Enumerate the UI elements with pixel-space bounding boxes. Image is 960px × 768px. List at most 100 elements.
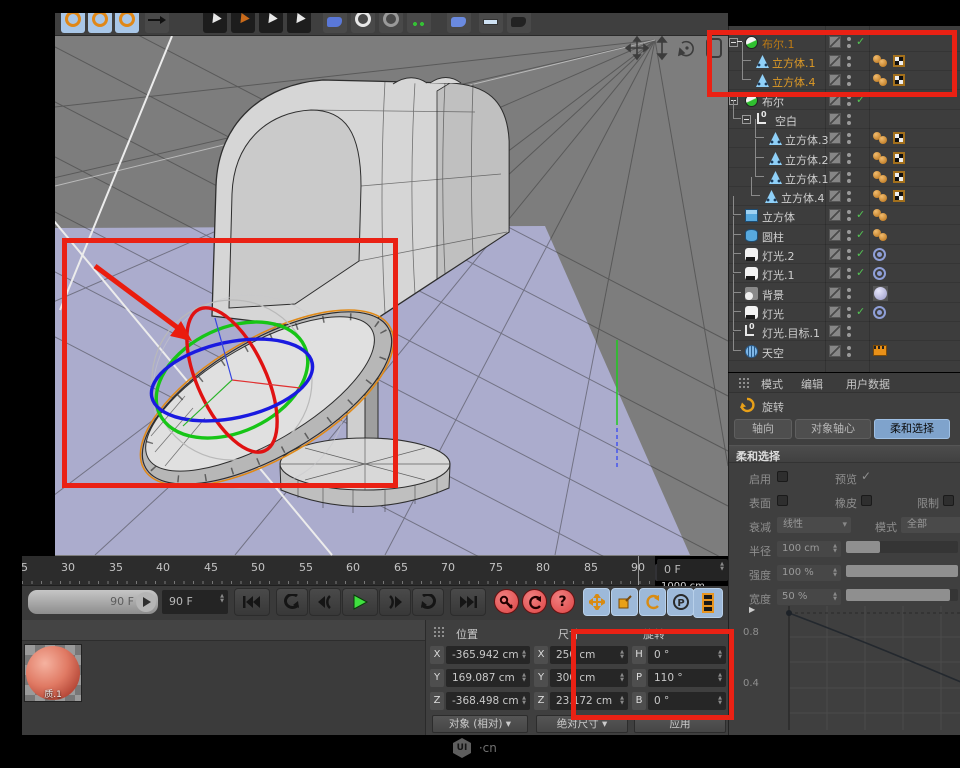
visibility-dots-icon[interactable] (847, 288, 851, 299)
menu-userdata[interactable]: 用户数据 (846, 376, 890, 392)
toolbar-green-dots-icon[interactable] (407, 13, 431, 33)
layer-toggle-icon[interactable] (829, 325, 841, 337)
layer-toggle-icon[interactable] (829, 152, 841, 164)
tree-label[interactable]: 立方体.1 (785, 171, 829, 187)
pos-x-field[interactable]: -365.942 cm▲▼ (446, 646, 530, 664)
toolbar-undo-icon[interactable] (61, 13, 85, 33)
visibility-dots-icon[interactable] (847, 210, 851, 221)
tab-object-axis[interactable]: 对象轴心 (795, 419, 871, 439)
material-thumbnail[interactable]: 质.1 (24, 644, 82, 702)
target-tag-icon[interactable] (873, 248, 886, 261)
toolbar-curve-icon[interactable] (379, 13, 403, 33)
strength-field[interactable]: 100 %▲▼ (777, 565, 841, 581)
menu-edit[interactable]: 编辑 (801, 376, 823, 392)
visibility-dots-icon[interactable] (847, 326, 851, 337)
tree-label[interactable]: 空白 (775, 113, 797, 129)
visibility-dots-icon[interactable] (847, 307, 851, 318)
tree-label[interactable]: 灯光.1 (762, 267, 795, 283)
section-bar[interactable]: 柔和选择 (729, 445, 960, 463)
toolbar-select-rect-icon[interactable] (231, 13, 255, 33)
render-preview-button[interactable] (693, 588, 723, 618)
texture-tag-icon[interactable] (893, 132, 905, 144)
tree-row-background[interactable]: 背景 (729, 284, 960, 303)
panel-grid-icon[interactable] (739, 378, 751, 388)
enable-checkbox[interactable] (777, 471, 788, 482)
tree-row-cylinder[interactable]: 圆柱 ✓ (729, 226, 960, 245)
autokey-button[interactable] (522, 589, 547, 614)
visibility-dots-icon[interactable] (847, 249, 851, 260)
tree-label[interactable]: 立方体.3 (785, 132, 829, 148)
toolbar-arrow-icon[interactable] (145, 13, 169, 33)
tree-label[interactable]: 圆柱 (762, 229, 784, 245)
phong-tag-icon[interactable] (873, 229, 889, 242)
tree-label[interactable]: 背景 (762, 287, 784, 303)
keyframe-position-button[interactable] (583, 588, 610, 616)
tab-soft-selection[interactable]: 柔和选择 (874, 419, 950, 439)
phong-tag-icon[interactable] (873, 209, 889, 222)
visibility-dots-icon[interactable] (847, 230, 851, 241)
visibility-dots-icon[interactable] (847, 172, 851, 183)
phong-tag-icon[interactable] (873, 152, 889, 165)
layer-toggle-icon[interactable] (829, 248, 841, 260)
layer-toggle-icon[interactable] (829, 190, 841, 202)
play-button[interactable] (342, 588, 378, 616)
prev-frame-button[interactable] (309, 588, 341, 616)
toolbar-mesh-icon[interactable] (447, 13, 471, 33)
tab-axis[interactable]: 轴向 (734, 419, 792, 439)
phong-tag-icon[interactable] (873, 171, 889, 184)
visibility-dots-icon[interactable] (847, 133, 851, 144)
tree-label[interactable]: 灯光 (762, 306, 784, 322)
toolbar-panels-icon[interactable] (479, 13, 503, 33)
visibility-dots-icon[interactable] (847, 153, 851, 164)
width-slider[interactable] (846, 589, 958, 601)
enabled-check-icon[interactable]: ✓ (856, 266, 865, 279)
tree-row-cube4b[interactable]: 立方体.4 (729, 187, 960, 206)
menu-mode[interactable]: 模式 (761, 376, 783, 392)
visibility-dots-icon[interactable] (847, 191, 851, 202)
material-tag-icon[interactable] (873, 286, 888, 301)
toolbar-history-icon[interactable] (115, 13, 139, 33)
stepper-icon[interactable]: ▲▼ (220, 594, 224, 604)
tree-label[interactable]: 立方体.4 (781, 190, 825, 206)
visibility-dots-icon[interactable] (847, 114, 851, 125)
target-tag-icon[interactable] (873, 306, 886, 319)
tree-label[interactable]: 灯光.目标.1 (762, 325, 820, 341)
falloff-dropdown[interactable]: 线性▾ (777, 517, 851, 533)
layer-toggle-icon[interactable] (829, 209, 841, 221)
help-button[interactable]: ? (550, 589, 575, 614)
compositing-tag-icon[interactable] (873, 345, 887, 356)
visibility-dots-icon[interactable] (847, 346, 851, 357)
expander-icon[interactable] (742, 115, 751, 124)
toolbar-arc-dot-icon[interactable] (351, 13, 375, 33)
stepper-icon[interactable]: ▲▼ (720, 562, 724, 572)
radius-slider[interactable] (846, 541, 958, 553)
enabled-check-icon[interactable]: ✓ (856, 208, 865, 221)
timeline-range-slider[interactable]: 90 F (28, 590, 158, 614)
tree-row-cube1b[interactable]: 立方体.1 (729, 168, 960, 187)
toolbar-dark-icon[interactable] (507, 13, 531, 33)
layer-toggle-icon[interactable] (829, 113, 841, 125)
layer-toggle-icon[interactable] (829, 345, 841, 357)
visibility-dots-icon[interactable] (847, 268, 851, 279)
end-frame-field[interactable]: 0 F ▲▼ (657, 559, 728, 581)
texture-tag-icon[interactable] (893, 190, 905, 202)
limit-checkbox[interactable] (943, 495, 954, 506)
goto-end-button[interactable] (450, 588, 486, 616)
toolbar-select-live-icon[interactable] (203, 13, 227, 33)
enabled-check-icon[interactable]: ✓ (856, 305, 865, 318)
tree-row-light2[interactable]: 灯光.2 ✓ (729, 245, 960, 264)
tree-label[interactable]: 立方体 (762, 209, 795, 225)
tree-row-light-target1[interactable]: 0 灯光.目标.1 (729, 322, 960, 341)
pos-y-field[interactable]: 169.087 cm▲▼ (446, 669, 530, 687)
pos-z-field[interactable]: -368.498 cm▲▼ (446, 692, 530, 710)
enabled-check-icon[interactable]: ✓ (856, 247, 865, 260)
current-frame-field[interactable]: 90 F ▲▼ (162, 590, 228, 614)
phong-tag-icon[interactable] (873, 190, 889, 203)
panel-grid-icon[interactable] (434, 627, 446, 637)
prev-key-button[interactable] (276, 588, 308, 616)
tree-row-cube[interactable]: 立方体 ✓ (729, 206, 960, 225)
timeline-ruler[interactable]: 25 30 35 40 45 50 55 60 65 70 75 80 85 9… (22, 556, 655, 586)
toolbar-shield-icon[interactable] (323, 13, 347, 33)
next-frame-button[interactable] (379, 588, 411, 616)
tree-label[interactable]: 天空 (762, 345, 784, 361)
